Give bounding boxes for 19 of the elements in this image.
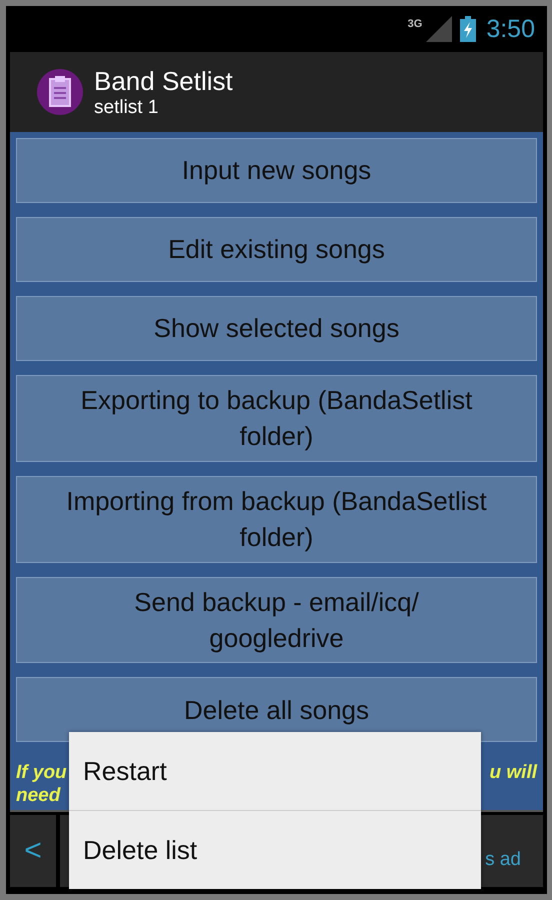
app-title: Band Setlist xyxy=(94,66,233,96)
clipboard-icon xyxy=(36,68,84,116)
network-label: 3G xyxy=(408,18,422,30)
menu-button[interactable]: Show selected songs xyxy=(16,296,537,361)
back-button[interactable]: < xyxy=(10,815,56,887)
menu-button[interactable]: Importing from backup (BandaSetlist folder) xyxy=(16,476,537,563)
popup-menu-item[interactable]: Delete list xyxy=(69,810,481,889)
menu-button[interactable]: Edit existing songs xyxy=(16,217,537,282)
notice-text: If you xyxy=(16,762,67,786)
notice-text: u will xyxy=(490,762,537,786)
notice-text: need xyxy=(16,785,60,808)
clock: 3:50 xyxy=(486,14,535,44)
list-subtitle: setlist 1 xyxy=(94,96,160,118)
ad-text: s ad xyxy=(485,849,521,871)
menu-button[interactable]: Exporting to backup (BandaSetlist folder) xyxy=(16,375,537,462)
signal-icon xyxy=(426,16,452,42)
battery-charging-icon xyxy=(460,16,476,42)
menu-button[interactable]: Send backup - email/icq/ googledrive xyxy=(16,576,537,664)
menu-button[interactable]: Input new songs xyxy=(16,138,537,203)
